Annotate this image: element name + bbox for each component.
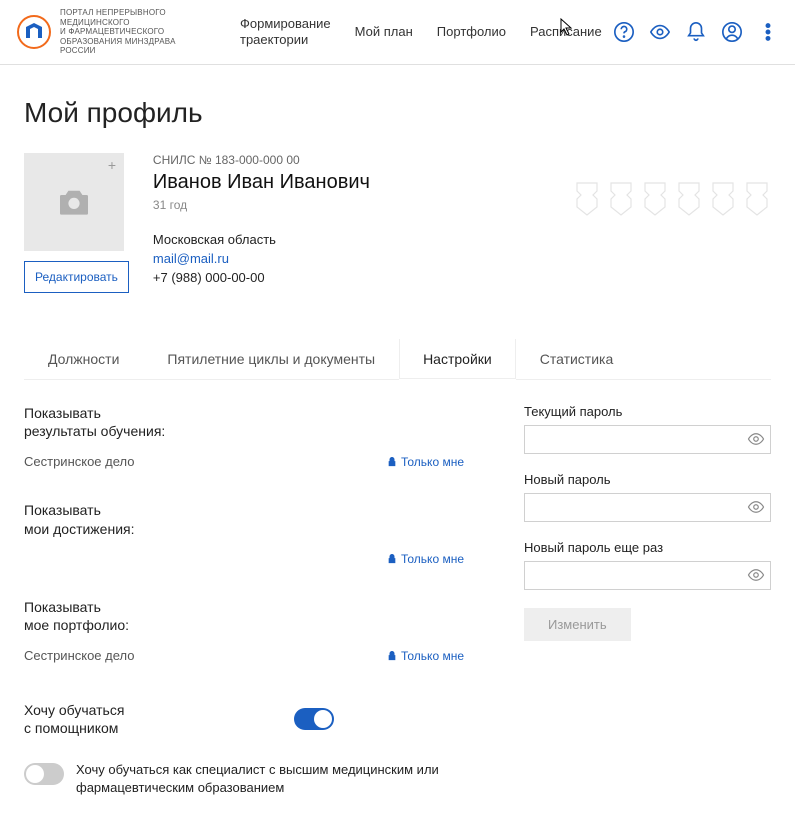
speciality-name: Сестринское дело	[24, 648, 135, 663]
tab-cycles[interactable]: Пятилетние циклы и документы	[143, 339, 399, 379]
setting-show-results: Показывать результаты обучения: Сестринс…	[24, 404, 464, 473]
portal-logo-icon	[16, 14, 52, 50]
assistant-toggle-row: Хочу обучаться с помощником	[24, 695, 464, 743]
eye-icon[interactable]	[747, 566, 765, 584]
badge-icon	[641, 181, 669, 217]
email-link[interactable]: mail@mail.ru	[153, 251, 370, 266]
bell-icon[interactable]	[685, 21, 707, 43]
label-line: результаты обучения:	[24, 423, 165, 439]
badge-icon	[607, 181, 635, 217]
setting-label: Показывать мое портфолио:	[24, 598, 464, 634]
snils-number: СНИЛС № 183-000-000 00	[153, 153, 370, 167]
nav-label: Формирование	[240, 16, 331, 32]
camera-icon	[57, 188, 91, 216]
org-name: ПОРТАЛ НЕПРЕРЫВНОГО МЕДИЦИНСКОГО И ФАРМА…	[60, 8, 200, 56]
edit-profile-button[interactable]: Редактировать	[24, 261, 129, 293]
badges-row	[573, 181, 771, 217]
privacy-only-me[interactable]: Только мне	[387, 649, 464, 663]
label-line: с помощником	[24, 720, 118, 736]
field-label: Новый пароль	[524, 472, 771, 487]
photo-column: + Редактировать	[24, 153, 129, 293]
org-line: И ФАРМАЦЕВТИЧЕСКОГО	[60, 27, 200, 37]
nav-portfolio[interactable]: Портфолио	[437, 24, 506, 39]
field-label: Текущий пароль	[524, 404, 771, 419]
setting-row: Сестринское дело Только мне	[24, 634, 464, 667]
nav-plan[interactable]: Мой план	[355, 24, 413, 39]
eye-icon[interactable]	[747, 498, 765, 516]
full-name: Иванов Иван Иванович	[153, 171, 370, 194]
eye-icon[interactable]	[747, 430, 765, 448]
label-line: Показывать	[24, 405, 101, 421]
label-line: Показывать	[24, 502, 101, 518]
label-line: мое портфолио:	[24, 617, 129, 633]
badge-icon	[573, 181, 601, 217]
help-icon[interactable]	[613, 21, 635, 43]
tab-positions[interactable]: Должности	[24, 339, 143, 379]
privacy-only-me[interactable]: Только мне	[387, 455, 464, 469]
badge-icon	[675, 181, 703, 217]
lock-icon	[387, 651, 397, 661]
higher-ed-toggle-row: Хочу обучаться как специалист с высшим м…	[24, 761, 464, 796]
visibility-icon[interactable]	[649, 21, 671, 43]
setting-label: Показывать мои достижения:	[24, 501, 464, 537]
change-password-button[interactable]: Изменить	[524, 608, 631, 641]
nav-trajectory[interactable]: Формирование траектории	[240, 16, 331, 47]
setting-row: Сестринское дело Только мне	[24, 440, 464, 473]
logo-block: ПОРТАЛ НЕПРЕРЫВНОГО МЕДИЦИНСКОГО И ФАРМА…	[16, 8, 200, 56]
label-line: Хочу обучаться	[24, 702, 124, 718]
setting-show-achievements: Показывать мои достижения: Только мне	[24, 501, 464, 569]
assistant-toggle-label: Хочу обучаться с помощником	[24, 701, 124, 737]
only-me-label: Только мне	[401, 455, 464, 469]
top-nav: Формирование траектории Мой план Портфол…	[240, 16, 602, 47]
badge-icon	[709, 181, 737, 217]
page-content: Мой профиль + Редактировать СНИЛС № 183-…	[0, 65, 795, 817]
org-line: ОБРАЗОВАНИЯ МИНЗДРАВА РОССИИ	[60, 37, 200, 56]
setting-show-portfolio: Показывать мое портфолио: Сестринское де…	[24, 598, 464, 667]
tab-settings[interactable]: Настройки	[399, 339, 516, 379]
lock-icon	[387, 554, 397, 564]
privacy-only-me[interactable]: Только мне	[387, 552, 464, 566]
setting-row: Только мне	[24, 538, 464, 570]
new-password-input[interactable]	[524, 493, 771, 522]
new-password-field: Новый пароль	[524, 472, 771, 522]
region-text: Московская область	[153, 232, 370, 247]
visibility-settings: Показывать результаты обучения: Сестринс…	[24, 404, 464, 797]
higher-ed-toggle-label: Хочу обучаться как специалист с высшим м…	[76, 761, 464, 796]
profile-tabs: Должности Пятилетние циклы и документы Н…	[24, 339, 771, 380]
only-me-label: Только мне	[401, 649, 464, 663]
page-title: Мой профиль	[24, 97, 771, 129]
only-me-label: Только мне	[401, 552, 464, 566]
age-text: 31 год	[153, 198, 370, 212]
profile-icon[interactable]	[721, 21, 743, 43]
field-label: Новый пароль еще раз	[524, 540, 771, 555]
badge-icon	[743, 181, 771, 217]
org-line: ПОРТАЛ НЕПРЕРЫВНОГО	[60, 8, 200, 18]
profile-info: СНИЛС № 183-000-000 00 Иванов Иван Ивано…	[153, 153, 370, 293]
phone-text: +7 (988) 000-00-00	[153, 270, 370, 285]
lock-icon	[387, 457, 397, 467]
profile-summary: + Редактировать СНИЛС № 183-000-000 00 И…	[24, 153, 771, 293]
current-password-input[interactable]	[524, 425, 771, 454]
header-icons	[613, 21, 779, 43]
password-panel: Текущий пароль Новый пароль Новый пароль…	[524, 404, 771, 797]
speciality-name: Сестринское дело	[24, 454, 135, 469]
nav-schedule[interactable]: Расписание	[530, 24, 602, 39]
label-line: Показывать	[24, 599, 101, 615]
repeat-password-field: Новый пароль еще раз	[524, 540, 771, 590]
higher-ed-toggle[interactable]	[24, 763, 64, 785]
org-line: МЕДИЦИНСКОГО	[60, 18, 200, 28]
add-photo-plus-icon: +	[108, 157, 116, 173]
setting-label: Показывать результаты обучения:	[24, 404, 464, 440]
more-icon[interactable]	[757, 21, 779, 43]
assistant-toggle[interactable]	[294, 708, 334, 730]
label-line: мои достижения:	[24, 521, 134, 537]
tab-stats[interactable]: Статистика	[516, 339, 638, 379]
top-header: ПОРТАЛ НЕПРЕРЫВНОГО МЕДИЦИНСКОГО И ФАРМА…	[0, 0, 795, 65]
current-password-field: Текущий пароль	[524, 404, 771, 454]
repeat-password-input[interactable]	[524, 561, 771, 590]
avatar-placeholder[interactable]: +	[24, 153, 124, 251]
settings-content: Показывать результаты обучения: Сестринс…	[24, 380, 771, 797]
nav-label: траектории	[240, 32, 331, 48]
